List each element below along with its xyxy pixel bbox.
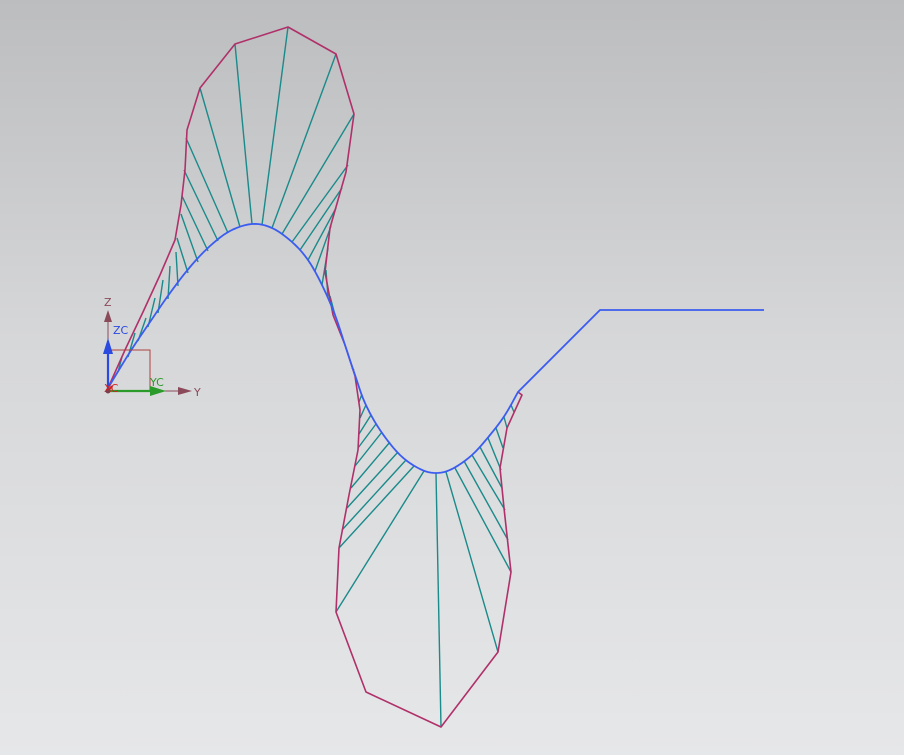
zc-axis-label: ZC <box>113 324 129 337</box>
comb-tooth <box>181 195 209 252</box>
graphics-viewport[interactable]: Z ZC YC Y XC <box>0 0 904 755</box>
comb-tooth <box>479 446 503 489</box>
comb-tooth <box>463 460 509 541</box>
y-axis-arrow-icon <box>178 387 192 395</box>
comb-tooth <box>357 423 377 449</box>
comb-tooth <box>175 251 179 287</box>
comb-tooth <box>176 237 189 274</box>
curvature-comb-envelope[interactable] <box>107 26 523 728</box>
comb-tooth <box>183 169 219 242</box>
z-axis-arrow-icon <box>104 310 112 322</box>
zc-axis-arrow-icon <box>103 338 113 354</box>
comb-tooth <box>435 472 442 728</box>
comb-tooth <box>503 416 508 429</box>
comb-tooth <box>281 113 355 235</box>
spline-curve[interactable] <box>107 223 764 474</box>
curvature-comb-teeth <box>117 26 515 728</box>
z-axis-label: Z <box>104 296 112 309</box>
comb-tooth <box>359 404 367 419</box>
yc-axis-label: YC <box>149 376 164 389</box>
comb-tooth <box>495 427 504 449</box>
comb-tooth <box>346 451 399 509</box>
y-axis-label: Y <box>193 386 201 399</box>
comb-tooth <box>454 467 512 573</box>
comb-tooth <box>341 459 407 531</box>
comb-tooth <box>199 87 241 228</box>
comb-tooth <box>299 187 343 251</box>
comb-tooth <box>338 465 415 549</box>
xc-axis-label: XC <box>104 382 119 395</box>
comb-tooth <box>510 404 515 413</box>
comb-tooth <box>180 213 199 263</box>
comb-tooth <box>350 441 391 489</box>
comb-tooth <box>234 43 253 225</box>
